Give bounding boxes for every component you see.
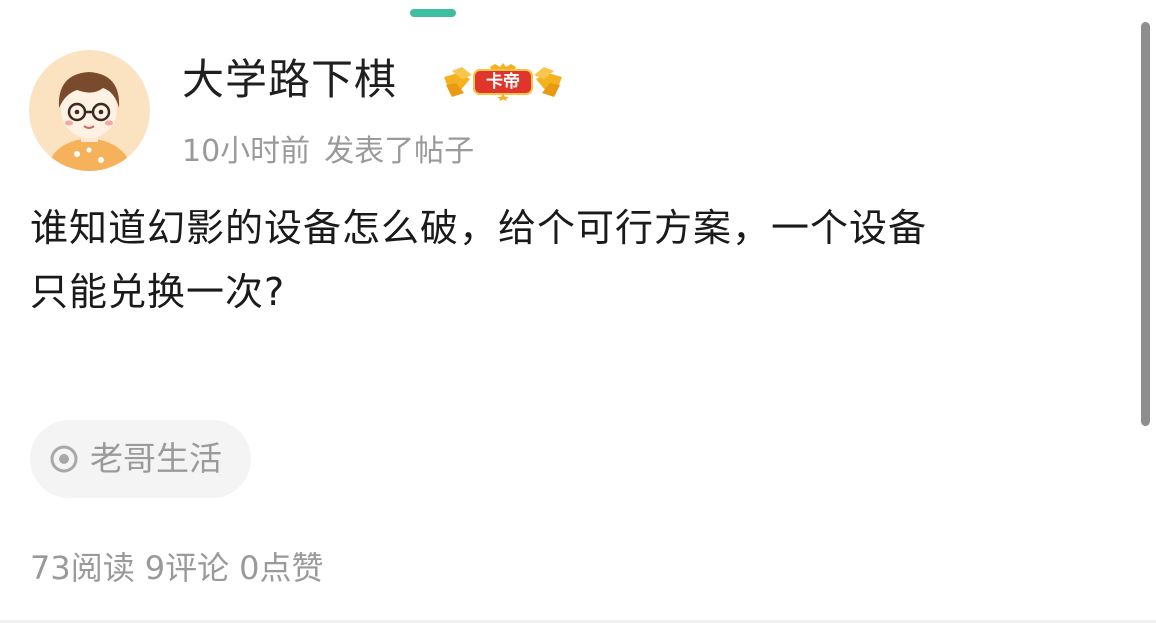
author-name[interactable]: 大学路下棋 — [182, 52, 397, 108]
comment-count: 9评论 — [144, 549, 230, 587]
post-time: 10小时前 — [182, 134, 311, 169]
post-stats: 73阅读 9评论 0点赞 — [30, 545, 323, 591]
sheet-drag-handle[interactable] — [410, 9, 456, 17]
topic-label: 老哥生活 — [90, 439, 222, 478]
level-badge: 卡帝 — [440, 63, 566, 101]
post-content: 谁知道幻影的设备怎么破，给个可行方案，一个设备 只能兑换一次? — [30, 206, 928, 314]
cartoon-boy-avatar-icon — [29, 50, 150, 171]
post-meta: 10小时前 发表了帖子 — [182, 131, 474, 173]
scrollbar[interactable] — [1141, 22, 1150, 426]
topic-circle-icon — [50, 445, 78, 473]
badge-label: 卡帝 — [486, 72, 520, 92]
author-avatar[interactable] — [29, 50, 150, 171]
read-count: 73阅读 — [30, 549, 135, 587]
like-count: 0点赞 — [239, 549, 324, 587]
post-detail-page: 大学路下棋 卡帝 10小时前 发表了帖子 谁知道幻影的设备怎么破，给个可行方案，一… — [0, 0, 1156, 623]
post-action: 发表了帖子 — [324, 134, 475, 169]
topic-chip[interactable]: 老哥生活 — [30, 420, 251, 498]
